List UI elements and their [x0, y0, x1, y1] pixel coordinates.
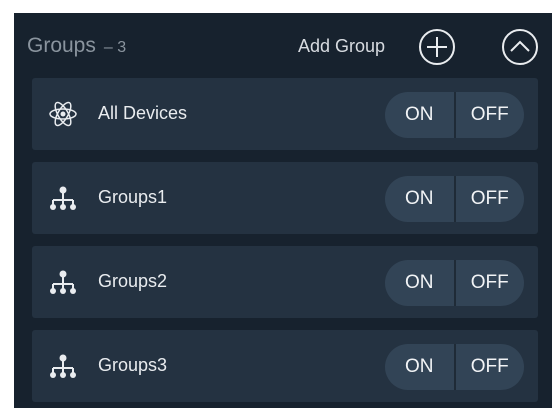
chevron-up-circle-icon: [502, 29, 538, 65]
on-button[interactable]: ON: [385, 176, 456, 222]
atom-icon: [48, 100, 78, 128]
off-button[interactable]: OFF: [456, 176, 525, 222]
power-toggle: ON OFF: [385, 260, 524, 306]
group-tree-icon: [48, 184, 78, 212]
groups-title: Groups: [27, 34, 96, 57]
groups-panel: Groups – 3 Add Group All Devices ON OFF …: [14, 13, 552, 408]
group-tree-icon: [48, 268, 78, 296]
groups-title-wrap: Groups – 3: [27, 34, 126, 58]
plus-circle-icon: [419, 29, 455, 65]
group-row-groups3: Groups3 ON OFF: [32, 330, 538, 402]
power-toggle: ON OFF: [385, 344, 524, 390]
off-button[interactable]: OFF: [456, 92, 525, 138]
group-tree-icon: [48, 352, 78, 380]
power-toggle: ON OFF: [385, 92, 524, 138]
add-group-button[interactable]: [417, 27, 457, 67]
groups-header: Groups – 3 Add Group: [14, 13, 552, 77]
group-row-groups2: Groups2 ON OFF: [32, 246, 538, 318]
group-row-all-devices: All Devices ON OFF: [32, 78, 538, 150]
group-label: Groups2: [98, 271, 168, 291]
on-button[interactable]: ON: [385, 92, 456, 138]
on-button[interactable]: ON: [385, 344, 456, 390]
off-button[interactable]: OFF: [456, 344, 525, 390]
groups-count: – 3: [103, 39, 127, 56]
power-toggle: ON OFF: [385, 176, 524, 222]
group-label: Groups3: [98, 355, 168, 375]
off-button[interactable]: OFF: [456, 260, 525, 306]
on-button[interactable]: ON: [385, 260, 456, 306]
add-group-label[interactable]: Add Group: [298, 36, 385, 57]
collapse-button[interactable]: [500, 27, 540, 67]
group-label: All Devices: [98, 103, 188, 123]
group-row-groups1: Groups1 ON OFF: [32, 162, 538, 234]
group-label: Groups1: [98, 187, 168, 207]
